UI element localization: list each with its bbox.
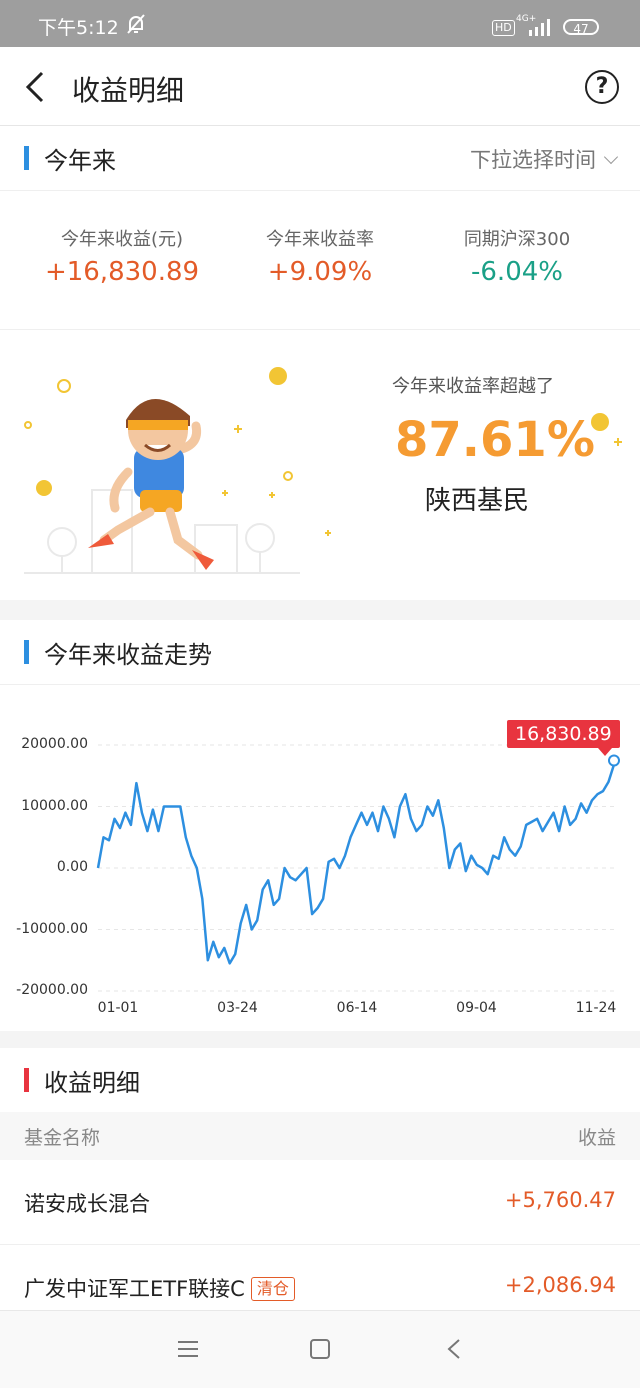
page-title: 收益明细 — [72, 74, 185, 107]
ytd-stats: 今年来收益(元) +16,830.89 今年来收益率 +9.09% 同期沪深30… — [0, 191, 640, 330]
table-header: 基金名称 收益 — [0, 1112, 640, 1160]
coin-icon — [591, 413, 622, 446]
cleared-badge: 清仓 — [250, 1277, 295, 1301]
stat-ytd-rate: 今年来收益率 +9.09% — [220, 225, 420, 287]
status-bar: 下午5:12 HD 4G+ 47 — [0, 0, 640, 47]
fund-name: 诺安成长混合 — [24, 1192, 150, 1216]
ytd-section-title: 今年来 — [44, 147, 116, 175]
series-line — [96, 764, 616, 965]
status-time: 下午5:12 — [38, 17, 119, 39]
ranking-promo: 今年来收益率超越了 87.61% 陕西基民 — [0, 330, 640, 600]
stat-value: +16,830.89 — [44, 257, 200, 287]
fund-name: 广发中证军工ETF联接C — [24, 1277, 245, 1301]
promo-caption: 今年来收益率超越了 — [392, 376, 554, 397]
stat-ytd-income: 今年来收益(元) +16,830.89 — [22, 225, 222, 287]
fund-income: +5,760.47 — [504, 1188, 616, 1212]
stat-value: -6.04% — [471, 257, 563, 287]
stat-label: 同期沪深300 — [463, 229, 571, 250]
stat-label: 今年来收益率 — [266, 229, 374, 250]
last-point-marker — [608, 754, 620, 767]
stat-label: 今年来收益(元) — [60, 229, 184, 250]
signal-icon — [529, 19, 550, 36]
nav-bar: 收益明细 ? — [0, 47, 640, 126]
hd-badge: HD — [492, 20, 515, 36]
ytd-card: 今年来 下拉选择时间 今年来收益(元) +16,830.89 今年来收益率 +9… — [0, 126, 640, 600]
promo-percent: 87.61% — [395, 412, 595, 468]
detail-section-title: 收益明细 — [44, 1069, 140, 1097]
trend-card: 今年来收益走势 20000.00 10000.00 0.00 -10000.00 -20… — [0, 620, 640, 1031]
runner-illustration — [24, 367, 331, 574]
system-nav-bar — [0, 1310, 640, 1388]
battery-icon: 47 — [563, 19, 599, 36]
fund-income: +2,086.94 — [504, 1273, 616, 1297]
time-selector-dropdown[interactable]: 下拉选择时间 — [470, 144, 619, 174]
stat-hs300: 同期沪深300 -6.04% — [417, 225, 617, 287]
column-header-value: 收益 — [577, 1127, 616, 1149]
chart-tooltip: 16,830.89 — [507, 720, 620, 756]
promo-region: 陕西基民 — [425, 486, 530, 516]
chevron-down-icon — [603, 149, 619, 165]
detail-card: 收益明细 基金名称 收益 诺安成长混合 +5,760.47 广发中证军工ETF联… — [0, 1048, 640, 1330]
menu-icon[interactable] — [177, 1340, 199, 1358]
table-row[interactable]: 诺安成长混合 +5,760.47 — [0, 1160, 640, 1245]
stat-value: +9.09% — [267, 257, 373, 287]
time-selector-label: 下拉选择时间 — [470, 148, 596, 172]
back-arrow-icon[interactable] — [24, 71, 48, 103]
trend-section-title: 今年来收益走势 — [44, 641, 212, 669]
mute-bell-icon — [127, 14, 145, 34]
ytd-section-header: 今年来 下拉选择时间 — [0, 126, 640, 191]
section-accent-bar — [24, 640, 29, 664]
detail-section-header: 收益明细 — [0, 1048, 640, 1112]
trend-chart: 20000.00 10000.00 0.00 -10000.00 -20000.00 0… — [0, 685, 640, 1031]
trend-section-header: 今年来收益走势 — [0, 620, 640, 685]
section-accent-bar — [24, 1068, 29, 1092]
help-icon[interactable]: ? — [585, 70, 619, 104]
column-header-name: 基金名称 — [24, 1127, 101, 1149]
section-accent-bar — [24, 146, 29, 170]
back-icon[interactable] — [447, 1338, 461, 1360]
home-icon[interactable] — [310, 1339, 330, 1359]
